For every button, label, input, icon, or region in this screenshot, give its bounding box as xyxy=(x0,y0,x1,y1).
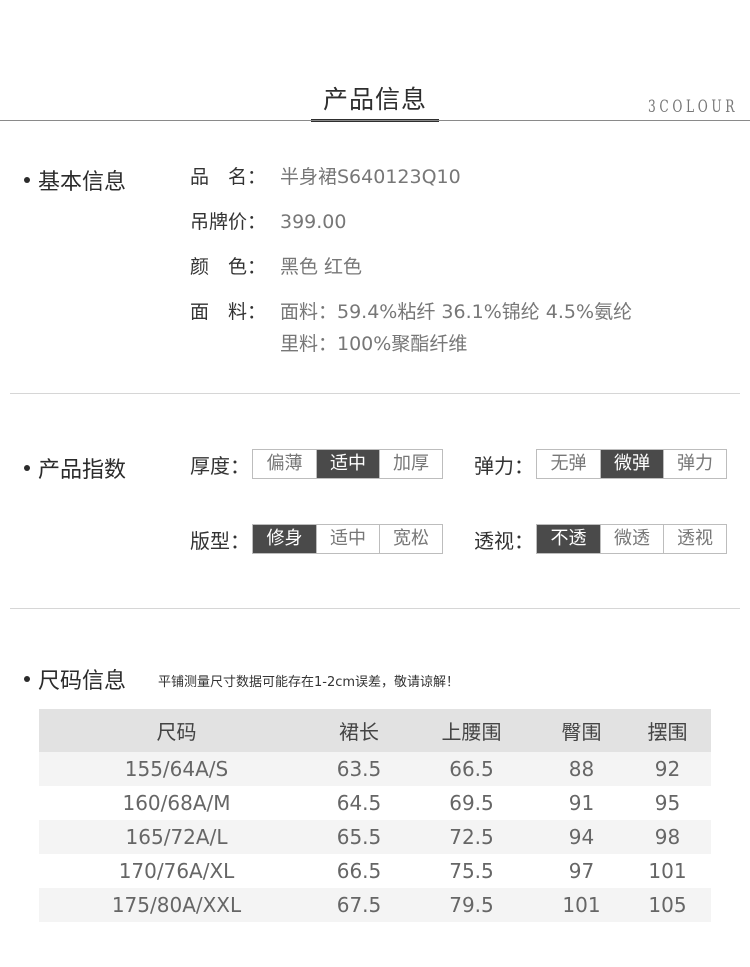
table-cell: 94 xyxy=(539,820,624,854)
table-cell: 98 xyxy=(624,820,711,854)
info-value-price: 399.00 xyxy=(280,211,347,233)
table-row: 165/72A/L 65.5 72.5 94 98 xyxy=(39,820,711,854)
index-label-fit: 版型： xyxy=(190,528,250,553)
product-index-heading-text: 产品指数 xyxy=(38,458,127,483)
table-cell: 88 xyxy=(539,752,624,786)
index-sheerness: 透视： 不透 微透 透视 xyxy=(474,524,727,554)
divider xyxy=(10,608,740,609)
product-index-heading: 产品指数 xyxy=(24,452,126,484)
info-row-price: 吊牌价： 399.00 xyxy=(190,207,346,237)
basic-info-heading: 基本信息 xyxy=(24,164,126,196)
column-header-size: 尺码 xyxy=(39,709,314,752)
thickness-option-thin: 偏薄 xyxy=(266,453,303,474)
table-cell: 66.5 xyxy=(336,859,382,883)
index-label-sheerness: 透视： xyxy=(474,528,534,553)
elasticity-option-stretch: 弹力 xyxy=(663,450,726,478)
column-header-waist: 上腰围 xyxy=(404,709,539,752)
info-label-color: 颜 色： xyxy=(190,256,267,278)
sheerness-option-opaque: 不透 xyxy=(537,525,600,553)
elasticity-options: 无弹 微弹 弹力 xyxy=(536,449,727,479)
table-cell: 101 xyxy=(539,888,624,922)
info-value-material: 面料：59.4%粘纤 36.1%锦纶 4.5%氨纶 里料：100%聚酯纤维 xyxy=(280,297,632,359)
table-cell: 97 xyxy=(568,859,595,883)
table-cell: 165/72A/L xyxy=(39,820,314,854)
index-thickness: 厚度： 偏薄 适中 加厚 xyxy=(190,449,443,479)
page-title: 产品信息 xyxy=(322,85,427,114)
table-row: 170/76A/XL 66.5 75.5 97 101 xyxy=(39,854,711,888)
table-cell: 95 xyxy=(654,791,681,815)
table-cell: 65.5 xyxy=(314,820,404,854)
fit-option-regular: 适中 xyxy=(316,525,379,553)
basic-info-heading-text: 基本信息 xyxy=(38,170,127,195)
table-cell: 160/68A/M xyxy=(122,791,231,815)
table-cell: 66.5 xyxy=(404,752,539,786)
fit-option-loose: 宽松 xyxy=(379,525,442,553)
table-cell: 175/80A/XXL xyxy=(39,888,314,922)
table-row: 175/80A/XXL 67.5 79.5 101 105 xyxy=(39,888,711,922)
sheerness-option-sheer: 透视 xyxy=(663,525,726,553)
index-label-thickness: 厚度： xyxy=(190,453,250,478)
table-cell: 69.5 xyxy=(449,791,494,815)
brand-logo: 3COLOUR xyxy=(647,97,738,117)
thickness-options: 偏薄 适中 加厚 xyxy=(252,449,443,479)
table-cell: 67.5 xyxy=(314,888,404,922)
table-row: 160/68A/M 64.5 69.5 91 95 xyxy=(39,786,711,820)
thickness-option-medium: 适中 xyxy=(316,450,379,478)
table-header-row: 尺码 裙长 上腰围 臀围 摆围 xyxy=(39,709,711,752)
info-label-price: 吊牌价： xyxy=(190,211,267,233)
table-cell: 101 xyxy=(648,859,687,883)
info-row-material: 面 料： 面料：59.4%粘纤 36.1%锦纶 4.5%氨纶 里料：100%聚酯… xyxy=(190,297,632,359)
table-cell: 155/64A/S xyxy=(39,752,314,786)
table-cell: 72.5 xyxy=(404,820,539,854)
fabric-lining: 里料：100%聚酯纤维 xyxy=(280,333,468,355)
elasticity-option-slight: 微弹 xyxy=(600,450,663,478)
column-header-length: 裙长 xyxy=(314,709,404,752)
elasticity-option-none: 无弹 xyxy=(550,453,587,474)
thickness-option-thick: 加厚 xyxy=(379,450,442,478)
table-cell: 105 xyxy=(624,888,711,922)
table-cell: 91 xyxy=(568,791,595,815)
table-cell: 92 xyxy=(624,752,711,786)
info-value-color: 黑色 红色 xyxy=(280,256,363,278)
index-fit: 版型： 修身 适中 宽松 xyxy=(190,524,443,554)
sheerness-option-slight: 微透 xyxy=(600,525,663,553)
size-info-heading: 尺码信息 xyxy=(24,663,126,695)
info-label-name: 品 名： xyxy=(190,166,267,188)
fit-option-slim: 修身 xyxy=(253,525,316,553)
header-rule xyxy=(0,120,750,121)
info-label-material: 面 料： xyxy=(190,301,267,323)
bullet-icon xyxy=(24,676,30,682)
info-row-name: 品 名： 半身裙S640123Q10 xyxy=(190,162,461,192)
table-cell: 79.5 xyxy=(404,888,539,922)
fit-options: 修身 适中 宽松 xyxy=(252,524,443,554)
table-cell: 170/76A/XL xyxy=(118,859,235,883)
table-cell: 75.5 xyxy=(449,859,494,883)
size-note: 平铺测量尺寸数据可能存在1-2cm误差，敬请谅解！ xyxy=(158,675,460,690)
column-header-hem: 摆围 xyxy=(624,709,711,752)
size-info-heading-text: 尺码信息 xyxy=(38,669,127,694)
fabric-shell: 面料：59.4%粘纤 36.1%锦纶 4.5%氨纶 xyxy=(280,301,633,323)
index-elasticity: 弹力： 无弹 微弹 弹力 xyxy=(474,449,727,479)
info-value-name: 半身裙S640123Q10 xyxy=(280,166,461,188)
bullet-icon xyxy=(24,465,30,471)
bullet-icon xyxy=(24,177,30,183)
column-header-hip: 臀围 xyxy=(539,709,624,752)
size-table: 尺码 裙长 上腰围 臀围 摆围 155/64A/S 63.5 66.5 88 9… xyxy=(39,709,711,922)
table-cell: 63.5 xyxy=(314,752,404,786)
info-row-color: 颜 色： 黑色 红色 xyxy=(190,252,362,282)
sheerness-options: 不透 微透 透视 xyxy=(536,524,727,554)
index-label-elasticity: 弹力： xyxy=(474,453,534,478)
divider xyxy=(10,393,740,394)
table-row: 155/64A/S 63.5 66.5 88 92 xyxy=(39,752,711,786)
table-cell: 64.5 xyxy=(336,791,382,815)
